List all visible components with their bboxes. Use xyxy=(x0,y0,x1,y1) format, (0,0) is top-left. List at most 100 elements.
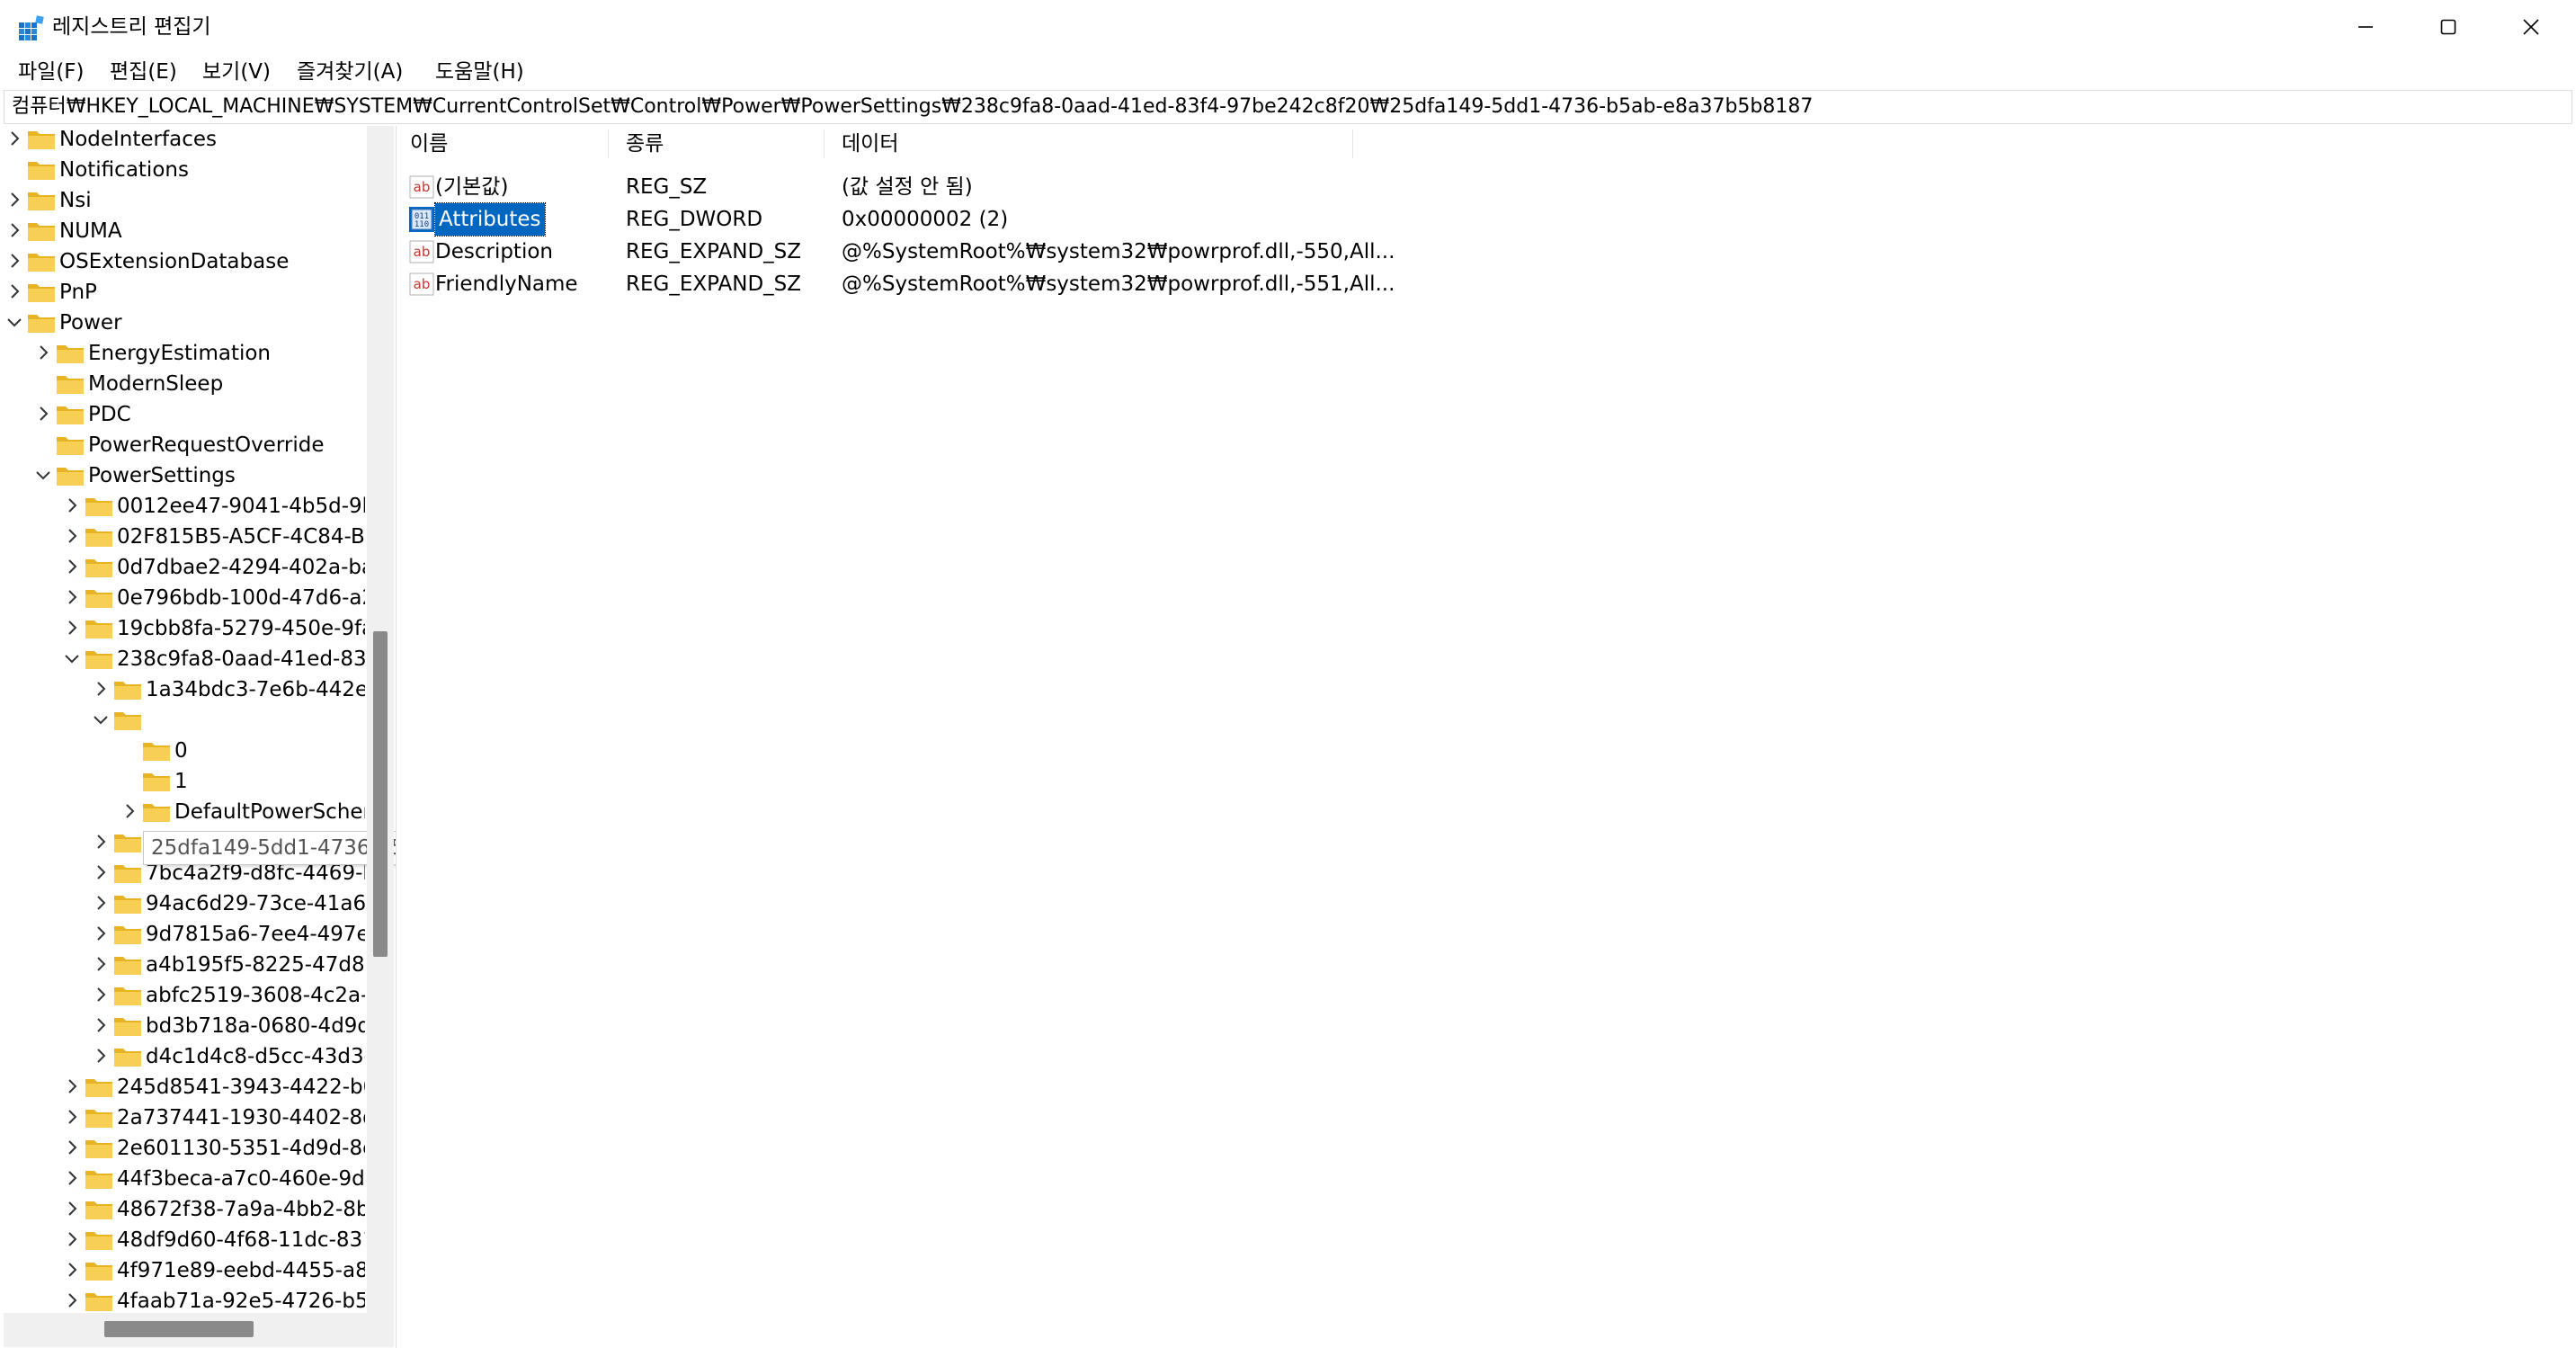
svg-text:ab: ab xyxy=(414,179,431,195)
chevron-right-icon[interactable] xyxy=(61,1167,83,1189)
tree-item[interactable]: 0e796bdb-100d-47d6-a2c xyxy=(4,583,365,613)
tree-item[interactable]: 2e601130-5351-4d9d-8e0 xyxy=(4,1133,365,1164)
tree-item[interactable]: 02F815B5-A5CF-4C84-BF. xyxy=(4,522,365,552)
tree-item[interactable]: bd3b718a-0680-4d9d- xyxy=(4,1011,365,1041)
tree-item[interactable]: 44f3beca-a7c0-460e-9df2 xyxy=(4,1164,365,1194)
chevron-right-icon[interactable] xyxy=(90,953,111,975)
tree-item[interactable]: PowerRequestOverride xyxy=(4,430,365,460)
chevron-right-icon[interactable] xyxy=(61,1228,83,1250)
chevron-right-icon[interactable] xyxy=(119,800,140,822)
address-bar[interactable]: 컴퓨터₩HKEY_LOCAL_MACHINE₩SYSTEM₩CurrentCon… xyxy=(4,90,2572,124)
close-button[interactable] xyxy=(2490,0,2572,54)
chevron-right-icon[interactable] xyxy=(4,219,25,241)
chevron-right-icon[interactable] xyxy=(4,281,25,302)
column-header-type[interactable]: 종류 xyxy=(626,126,664,162)
chevron-right-icon[interactable] xyxy=(61,495,83,516)
chevron-right-icon[interactable] xyxy=(4,128,25,149)
folder-icon xyxy=(85,1232,112,1250)
value-row[interactable]: 011 110 Attributes REG_DWORD 0x00000002 (2) xyxy=(403,202,1716,237)
tree-item[interactable]: DefaultPowerSchem xyxy=(4,797,365,827)
tree-item[interactable]: PowerSettings xyxy=(4,460,365,491)
chevron-right-icon[interactable] xyxy=(4,250,25,272)
tree-item[interactable]: 0012ee47-9041-4b5d-9b7 xyxy=(4,491,365,522)
chevron-right-icon[interactable] xyxy=(90,831,111,853)
tree-item[interactable]: ModernSleep xyxy=(4,369,365,399)
minimize-button[interactable] xyxy=(2324,0,2407,54)
column-header-data[interactable]: 데이터 xyxy=(842,126,898,162)
folder-icon xyxy=(85,559,112,577)
tree-item[interactable] xyxy=(4,705,365,736)
value-row[interactable]: ab (기본값) REG_SZ (값 설정 안 됨) xyxy=(403,171,1716,203)
value-row[interactable]: ab Description REG_EXPAND_SZ @%SystemRoot%₩… xyxy=(403,236,1716,268)
tree-vertical-scroll-thumb[interactable] xyxy=(373,631,388,957)
address-path[interactable]: 컴퓨터₩HKEY_LOCAL_MACHINE₩SYSTEM₩CurrentCon… xyxy=(12,91,1813,123)
chevron-right-icon[interactable] xyxy=(90,1045,111,1067)
values-list-pane[interactable]: 이름 종류 데이터 ab (기본값) REG_SZ (값 설정 안 됨) 011 110 A… xyxy=(403,126,2572,1348)
tree-item[interactable]: NUMA xyxy=(4,216,365,246)
chevron-right-icon[interactable] xyxy=(90,892,111,914)
tree-item[interactable]: a4b195f5-8225-47d8-8 xyxy=(4,950,365,980)
tree-item[interactable]: 1a34bdc3-7e6b-442e- xyxy=(4,674,365,705)
chevron-right-icon[interactable] xyxy=(90,1014,111,1036)
tree-horizontal-scrollbar[interactable] xyxy=(4,1313,394,1347)
key-tree-pane[interactable]: NodeInterfaces Notifications Nsi NUMA OSExte… xyxy=(4,126,397,1348)
tree-item[interactable]: 4faab71a-92e5-4726-b53 xyxy=(4,1286,365,1313)
menu-file[interactable]: 파일(F) xyxy=(18,54,85,90)
maximize-button[interactable] xyxy=(2407,0,2490,54)
tree-horizontal-scroll-thumb[interactable] xyxy=(104,1321,254,1337)
chevron-down-icon[interactable] xyxy=(90,709,111,730)
chevron-right-icon[interactable] xyxy=(61,1259,83,1281)
chevron-right-icon[interactable] xyxy=(61,1076,83,1097)
tree-item[interactable]: 2a737441-1930-4402-8d7 xyxy=(4,1103,365,1133)
chevron-down-icon[interactable] xyxy=(32,464,54,486)
chevron-right-icon[interactable] xyxy=(61,525,83,547)
chevron-right-icon[interactable] xyxy=(61,1106,83,1128)
chevron-right-icon[interactable] xyxy=(90,923,111,944)
tree-item[interactable]: 245d8541-3943-4422-b02 xyxy=(4,1072,365,1103)
title-bar[interactable]: 레지스트리 편집기 xyxy=(0,0,2576,54)
menu-edit[interactable]: 편집(E) xyxy=(110,54,177,90)
menu-help[interactable]: 도움말(H) xyxy=(435,54,524,90)
tree-item[interactable]: Notifications xyxy=(4,155,365,185)
column-divider[interactable] xyxy=(1352,129,1353,158)
chevron-right-icon[interactable] xyxy=(4,189,25,210)
chevron-right-icon[interactable] xyxy=(61,586,83,608)
tree-item[interactable]: Power xyxy=(4,308,365,338)
column-header-name[interactable]: 이름 xyxy=(410,126,448,162)
tree-item[interactable]: 94ac6d29-73ce-41a6-8 xyxy=(4,888,365,919)
tree-item[interactable]: PDC xyxy=(4,399,365,430)
tree-item[interactable]: NodeInterfaces xyxy=(4,126,365,155)
tree-item[interactable]: Nsi xyxy=(4,185,365,216)
tree-item[interactable]: 19cbb8fa-5279-450e-9fac xyxy=(4,613,365,644)
tree-item[interactable]: 48df9d60-4f68-11dc-8314 xyxy=(4,1225,365,1255)
tree-item[interactable]: 0 xyxy=(4,736,365,766)
tree-item[interactable]: 9d7815a6-7ee4-497e- xyxy=(4,919,365,950)
chevron-right-icon[interactable] xyxy=(32,403,54,424)
chevron-right-icon[interactable] xyxy=(32,342,54,363)
tree-item[interactable]: PnP xyxy=(4,277,365,308)
tree-item[interactable]: 4f971e89-eebd-4455-a8d xyxy=(4,1255,365,1286)
tree-item[interactable]: 0d7dbae2-4294-402a-ba8 xyxy=(4,552,365,583)
chevron-right-icon[interactable] xyxy=(61,617,83,638)
chevron-down-icon[interactable] xyxy=(61,647,83,669)
tree-item[interactable]: 238c9fa8-0aad-41ed-83f4 xyxy=(4,644,365,674)
value-row[interactable]: ab FriendlyName REG_EXPAND_SZ @%SystemRoot%… xyxy=(403,268,1716,300)
menu-view[interactable]: 보기(V) xyxy=(202,54,271,90)
chevron-right-icon[interactable] xyxy=(61,1137,83,1158)
chevron-down-icon[interactable] xyxy=(4,311,25,333)
tree-item[interactable]: abfc2519-3608-4c2a-9 xyxy=(4,980,365,1011)
menu-favorites[interactable]: 즐겨찾기(A) xyxy=(297,54,403,90)
column-divider[interactable] xyxy=(608,129,609,158)
chevron-right-icon[interactable] xyxy=(61,1198,83,1219)
tree-vertical-scrollbar[interactable] xyxy=(367,126,394,1313)
tree-item[interactable]: 48672f38-7a9a-4bb2-8bf8 xyxy=(4,1194,365,1225)
tree-item[interactable]: d4c1d4c8-d5cc-43d3- xyxy=(4,1041,365,1072)
chevron-right-icon[interactable] xyxy=(90,861,111,883)
chevron-right-icon[interactable] xyxy=(61,1290,83,1311)
tree-item[interactable]: 1 xyxy=(4,766,365,797)
tree-item[interactable]: EnergyEstimation xyxy=(4,338,365,369)
tree-item[interactable]: OSExtensionDatabase xyxy=(4,246,365,277)
chevron-right-icon[interactable] xyxy=(90,678,111,700)
chevron-right-icon[interactable] xyxy=(90,984,111,1005)
chevron-right-icon[interactable] xyxy=(61,556,83,577)
